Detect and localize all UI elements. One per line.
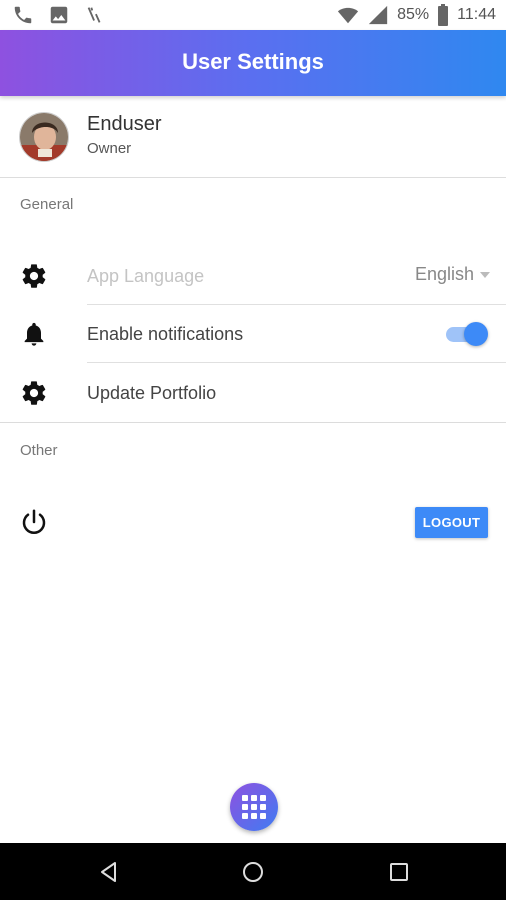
language-value: English bbox=[414, 264, 474, 284]
profile-card[interactable]: Enduser Owner bbox=[0, 96, 506, 178]
gear-icon bbox=[22, 381, 46, 405]
gear-icon bbox=[22, 264, 46, 288]
language-select[interactable]: English bbox=[415, 264, 490, 285]
row-divider bbox=[87, 362, 506, 363]
toggle-thumb bbox=[464, 322, 488, 346]
battery-percent: 85% bbox=[397, 6, 430, 23]
clock: 11:44 bbox=[457, 6, 496, 23]
avatar-image bbox=[20, 113, 68, 161]
back-icon[interactable] bbox=[97, 860, 121, 884]
apps-grid-icon bbox=[242, 795, 266, 819]
home-icon[interactable] bbox=[241, 860, 265, 884]
profile-name: Enduser bbox=[87, 113, 162, 135]
apps-fab-button[interactable] bbox=[230, 783, 278, 831]
power-icon bbox=[22, 509, 46, 534]
battery-icon bbox=[438, 4, 449, 26]
section-label-other: Other bbox=[20, 442, 58, 459]
section-label-general: General bbox=[20, 196, 74, 213]
status-bar: 85% 11:44 bbox=[0, 0, 506, 30]
profile-role: Owner bbox=[87, 140, 132, 157]
wifi-icon bbox=[338, 7, 359, 24]
section-divider bbox=[0, 422, 506, 423]
notifications-row[interactable]: Enable notifications bbox=[0, 305, 506, 363]
image-icon bbox=[50, 6, 68, 24]
page-title: User Settings bbox=[182, 49, 324, 74]
app-language-row[interactable]: App Language English bbox=[0, 247, 506, 305]
missed-call-icon bbox=[87, 7, 101, 23]
update-portfolio-label: Update Portfolio bbox=[87, 383, 217, 403]
notifications-toggle[interactable] bbox=[444, 322, 488, 346]
phone-icon bbox=[14, 6, 32, 24]
signal-icon bbox=[368, 5, 388, 25]
update-portfolio-row[interactable]: Update Portfolio bbox=[0, 364, 506, 422]
app-bar: User Settings bbox=[0, 30, 506, 96]
app-language-label: App Language bbox=[87, 266, 205, 286]
avatar[interactable] bbox=[19, 112, 69, 162]
chevron-down-icon bbox=[480, 271, 490, 278]
recents-icon[interactable] bbox=[387, 860, 411, 884]
bell-icon bbox=[24, 322, 44, 346]
logout-button[interactable]: LOGOUT bbox=[415, 507, 488, 538]
notifications-label: Enable notifications bbox=[87, 324, 244, 344]
system-nav-bar bbox=[0, 843, 506, 900]
